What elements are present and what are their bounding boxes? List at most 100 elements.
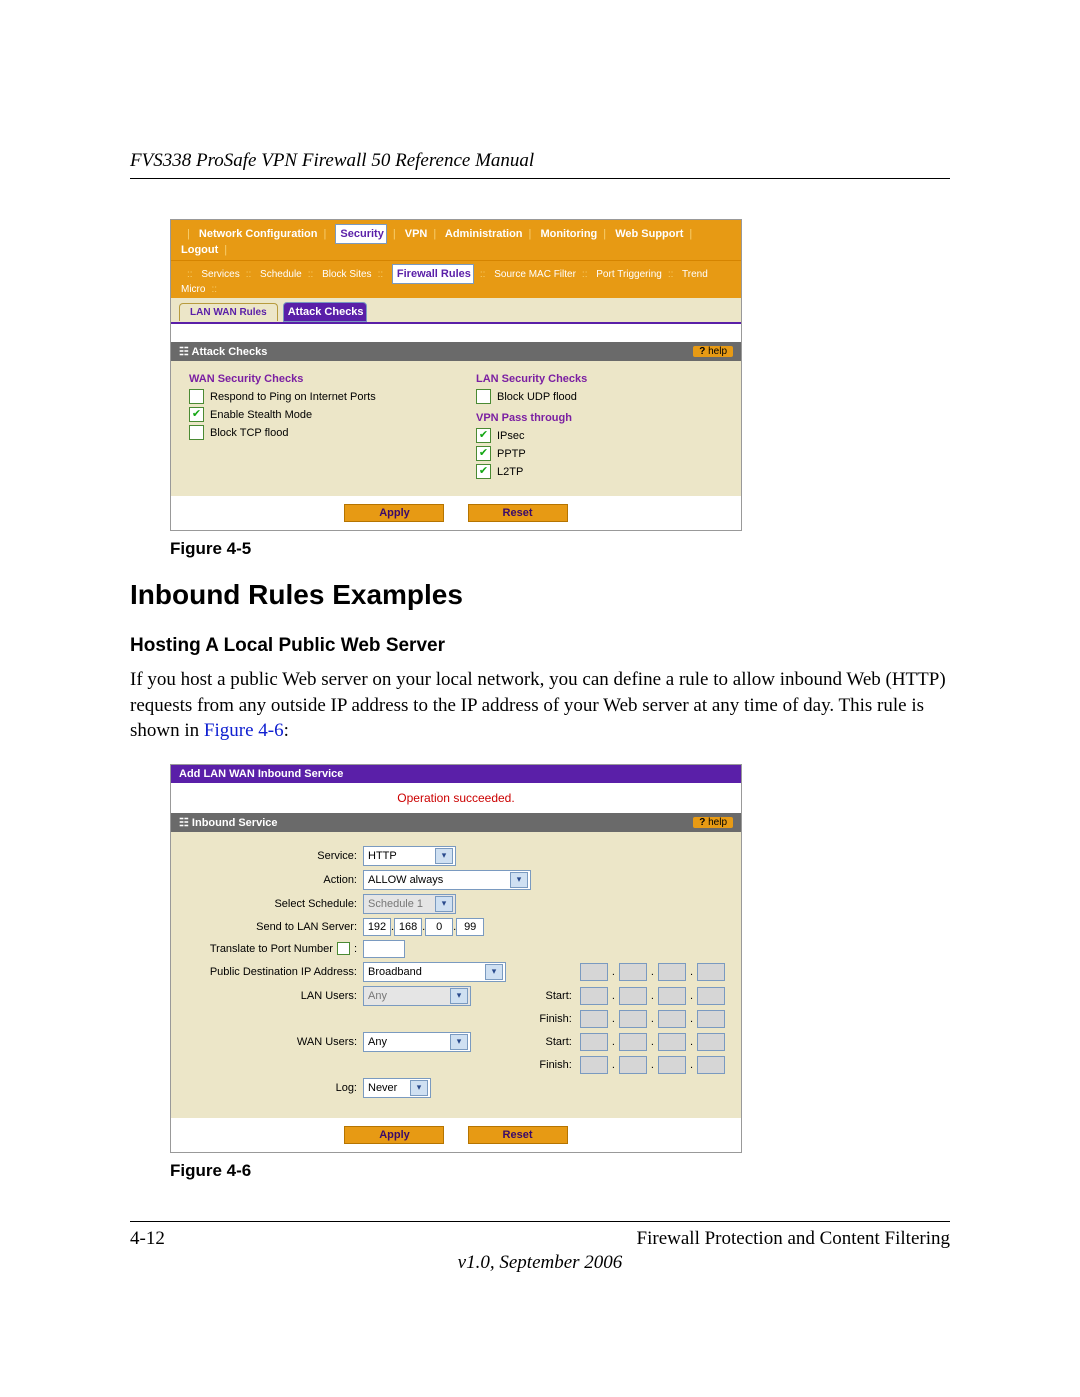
apply-button[interactable]: Apply <box>344 504 444 522</box>
select-value: HTTP <box>368 850 397 862</box>
wan-chk-stealth[interactable]: ✔ Enable Stealth Mode <box>189 407 436 422</box>
send-to-lan-label: Send to LAN Server: <box>187 921 363 933</box>
nav-logout[interactable]: Logout <box>181 244 218 256</box>
schedule-select: Schedule 1 ▾ <box>363 894 456 914</box>
subnav-block[interactable]: Block Sites <box>322 269 371 280</box>
help-link[interactable]: help <box>693 346 733 357</box>
tab-attack-checks[interactable]: Attack Checks <box>283 302 367 322</box>
select-value: Schedule 1 <box>368 898 423 910</box>
footer-chapter: Firewall Protection and Content Filterin… <box>637 1228 950 1250</box>
inbound-service-title-bar: Add LAN WAN Inbound Service <box>171 765 741 783</box>
panel-title: Inbound Service <box>192 817 278 829</box>
lan-finish-2 <box>619 1010 647 1028</box>
wan-head: WAN Security Checks <box>189 373 436 385</box>
button-bar: Apply Reset <box>171 1118 741 1152</box>
wanusers-label: WAN Users: <box>187 1036 363 1048</box>
translate-port-input[interactable] <box>363 940 405 958</box>
pubdest-ip-3 <box>658 963 686 981</box>
chevron-down-icon: ▾ <box>435 896 453 912</box>
checkbox-icon[interactable]: ✔ <box>476 464 491 479</box>
pubdest-select[interactable]: Broadband ▾ <box>363 962 506 982</box>
primary-nav: | Network Configuration| Security| VPN| … <box>171 220 741 260</box>
checkbox-icon[interactable] <box>189 389 204 404</box>
help-link[interactable]: help <box>693 817 733 828</box>
translate-port-label: Translate to Port Number <box>210 943 333 955</box>
lan-chk-udp[interactable]: Block UDP flood <box>476 389 723 404</box>
select-value: ALLOW always <box>368 874 443 886</box>
wan-start-2 <box>619 1033 647 1051</box>
subnav-services[interactable]: Services <box>201 269 239 280</box>
nav-security[interactable]: Security <box>335 224 386 244</box>
lan-start-1 <box>580 987 608 1005</box>
checkbox-icon[interactable]: ✔ <box>476 446 491 461</box>
wan-chk-ping[interactable]: Respond to Ping on Internet Ports <box>189 389 436 404</box>
nav-support[interactable]: Web Support <box>615 228 683 240</box>
schedule-label: Select Schedule: <box>187 898 363 910</box>
service-select[interactable]: HTTP ▾ <box>363 846 456 866</box>
nav-network[interactable]: Network Configuration <box>199 228 318 240</box>
chk-label: Block UDP flood <box>497 391 577 403</box>
lan-finish-3 <box>658 1010 686 1028</box>
chk-label: Respond to Ping on Internet Ports <box>210 391 376 403</box>
ip-octet-1[interactable]: 192 <box>363 918 391 936</box>
chk-label: PPTP <box>497 448 526 460</box>
start-label: Start: <box>532 1036 576 1048</box>
sub-heading: Hosting A Local Public Web Server <box>130 635 950 657</box>
action-select[interactable]: ALLOW always ▾ <box>363 870 531 890</box>
subnav-firewall[interactable]: Firewall Rules <box>392 264 474 284</box>
figure-4-6-caption: Figure 4-6 <box>170 1161 950 1181</box>
wan-finish-4 <box>697 1056 725 1074</box>
ip-octet-2[interactable]: 168 <box>394 918 422 936</box>
panel-title-bar: ☷ Attack Checks help <box>171 342 741 361</box>
pubdest-ip-2 <box>619 963 647 981</box>
tab-lan-wan-rules[interactable]: LAN WAN Rules <box>179 303 278 321</box>
apply-button[interactable]: Apply <box>344 1126 444 1144</box>
subnav-mac[interactable]: Source MAC Filter <box>494 269 576 280</box>
chevron-down-icon: ▾ <box>435 848 453 864</box>
subnav-port[interactable]: Port Triggering <box>596 269 662 280</box>
wan-start-1 <box>580 1033 608 1051</box>
chevron-down-icon: ▾ <box>450 1034 468 1050</box>
ip-octet-4[interactable]: 99 <box>456 918 484 936</box>
wan-chk-tcp[interactable]: Block TCP flood <box>189 425 436 440</box>
translate-port-checkbox[interactable] <box>337 942 350 955</box>
action-label: Action: <box>187 874 363 886</box>
pubdest-ip-4 <box>697 963 725 981</box>
wan-finish-3 <box>658 1056 686 1074</box>
figure-4-5-caption: Figure 4-5 <box>170 539 950 559</box>
nav-admin[interactable]: Administration <box>445 228 523 240</box>
body-paragraph: If you host a public Web server on your … <box>130 667 950 744</box>
lan-start-4 <box>697 987 725 1005</box>
chk-label: Enable Stealth Mode <box>210 409 312 421</box>
wan-start-3 <box>658 1033 686 1051</box>
figure-4-6-xref[interactable]: Figure 4-6 <box>204 720 284 741</box>
select-value: Broadband <box>368 966 422 978</box>
button-bar: Apply Reset <box>171 496 741 530</box>
checkbox-icon[interactable]: ✔ <box>476 428 491 443</box>
figure-4-5-screenshot: | Network Configuration| Security| VPN| … <box>170 219 742 531</box>
lanusers-select: Any ▾ <box>363 986 471 1006</box>
reset-button[interactable]: Reset <box>468 504 568 522</box>
vpn-chk-ipsec[interactable]: ✔ IPsec <box>476 428 723 443</box>
wan-finish-1 <box>580 1056 608 1074</box>
tab-row: LAN WAN Rules Attack Checks <box>171 298 741 324</box>
wanusers-select[interactable]: Any ▾ <box>363 1032 471 1052</box>
checkbox-icon[interactable] <box>189 425 204 440</box>
chevron-down-icon: ▾ <box>485 964 503 980</box>
select-value: Never <box>368 1082 397 1094</box>
ip-octet-3[interactable]: 0 <box>425 918 453 936</box>
nav-vpn[interactable]: VPN <box>405 228 428 240</box>
wan-finish-2 <box>619 1056 647 1074</box>
vpn-chk-pptp[interactable]: ✔ PPTP <box>476 446 723 461</box>
chevron-down-icon: ▾ <box>450 988 468 1004</box>
page-footer: 4-12 Firewall Protection and Content Fil… <box>130 1221 950 1250</box>
log-select[interactable]: Never ▾ <box>363 1078 431 1098</box>
checkbox-icon[interactable]: ✔ <box>189 407 204 422</box>
reset-button[interactable]: Reset <box>468 1126 568 1144</box>
checkbox-icon[interactable] <box>476 389 491 404</box>
wan-start-4 <box>697 1033 725 1051</box>
secondary-nav: :: Services:: Schedule:: Block Sites:: F… <box>171 260 741 298</box>
vpn-chk-l2tp[interactable]: ✔ L2TP <box>476 464 723 479</box>
nav-monitor[interactable]: Monitoring <box>540 228 597 240</box>
subnav-schedule[interactable]: Schedule <box>260 269 302 280</box>
